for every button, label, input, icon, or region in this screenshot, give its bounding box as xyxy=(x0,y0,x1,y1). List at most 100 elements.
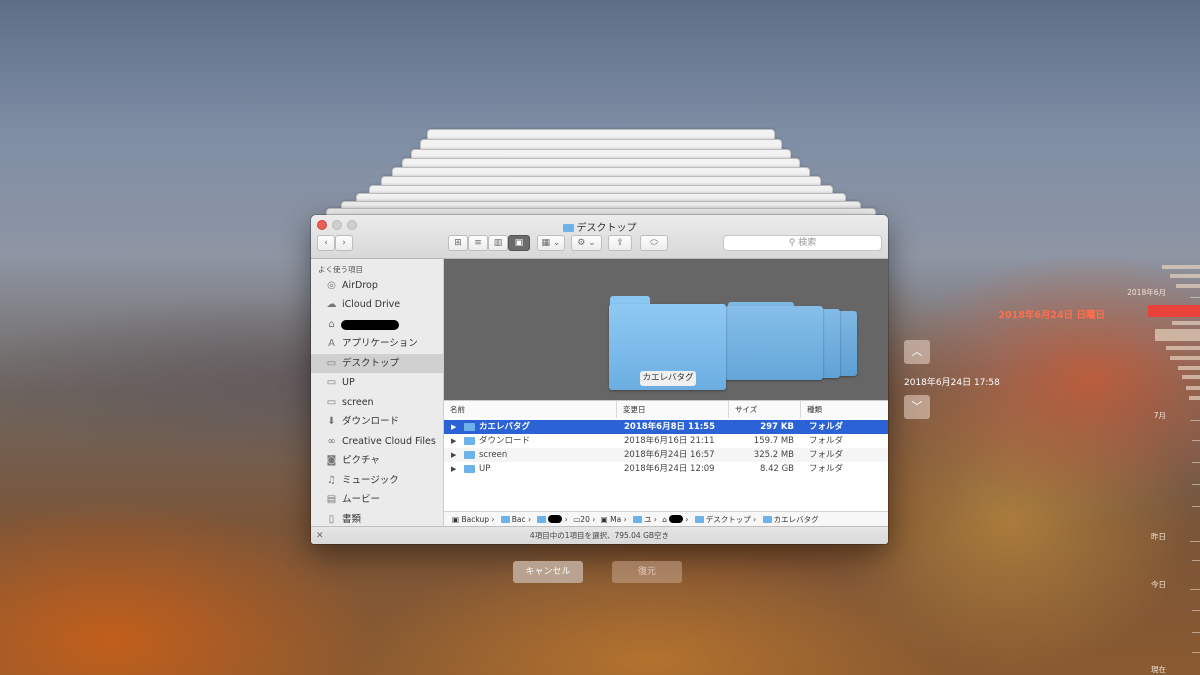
sidebar-item-pictures[interactable]: ◙ ピクチャ xyxy=(311,451,443,470)
redaction-mark xyxy=(548,515,563,523)
path-item[interactable]: Bac xyxy=(497,512,526,527)
timeline-bar[interactable] xyxy=(1162,265,1200,269)
home-icon: ⌂ xyxy=(328,319,335,330)
path-item[interactable] xyxy=(533,512,563,527)
folder-icon xyxy=(694,516,704,523)
row-date: 2018年6月24日 16:57 xyxy=(624,450,715,460)
resize-sidebar-icon[interactable]: ✕ xyxy=(316,527,324,544)
disclosure-triangle-icon[interactable]: ▶ xyxy=(451,434,456,448)
sidebar-item-label: AirDrop xyxy=(342,280,378,291)
sidebar-item-up[interactable]: ▭ UP xyxy=(311,373,443,392)
list-view-button[interactable]: ≡ xyxy=(468,235,488,251)
timeline-bar[interactable] xyxy=(1155,329,1200,341)
sidebar-item-desktop[interactable]: ▭ デスクトップ xyxy=(311,354,443,373)
timeline-bar[interactable] xyxy=(1166,346,1200,350)
table-row[interactable]: ▶ ダウンロード 2018年6月16日 21:11 159.7 MB フォルダ xyxy=(444,434,888,448)
timeline-label: 現在 xyxy=(1151,665,1166,674)
previous-snapshot-button[interactable]: ︿ xyxy=(904,340,930,364)
timeline-bar[interactable] xyxy=(1176,284,1200,288)
icon-view-icon: ⊞ xyxy=(454,238,462,248)
row-size: 325.2 MB xyxy=(753,450,794,460)
path-item[interactable]: ▣ Backup xyxy=(444,512,489,527)
sidebar-item-screen[interactable]: ▭ screen xyxy=(311,393,443,412)
restore-button-label: 復元 xyxy=(637,567,656,577)
sidebar-item-creative-cloud[interactable]: ∞ Creative Cloud Files xyxy=(311,432,443,451)
path-item[interactable]: ユ xyxy=(629,512,651,527)
tags-button[interactable]: ⬭ xyxy=(640,235,668,251)
timeline-label: 今日 xyxy=(1151,580,1166,589)
home-icon: ⌂ xyxy=(662,515,668,524)
path-item-label: 20 xyxy=(580,515,590,524)
timeline-bar[interactable] xyxy=(1189,396,1200,400)
sidebar-item-applications[interactable]: A アプリケーション xyxy=(311,334,443,353)
sidebar-item-documents[interactable]: ▯ 書類 xyxy=(311,510,443,526)
coverflow-item-label: カエレバタグ xyxy=(640,371,696,386)
coverflow-view-button[interactable]: ▣ xyxy=(508,235,530,251)
sidebar-item-music[interactable]: ♫ ミュージック xyxy=(311,471,443,490)
timeline-tick xyxy=(1190,297,1200,298)
sidebar-item-airdrop[interactable]: ◎ AirDrop xyxy=(311,276,443,295)
timeline-tick xyxy=(1192,506,1200,507)
disclosure-triangle-icon[interactable]: ▶ xyxy=(451,420,456,434)
sidebar-item-label: screen xyxy=(342,397,374,408)
arrange-icon: ▦ ⌄ xyxy=(541,238,561,248)
sidebar-item-movies[interactable]: ▤ ムービー xyxy=(311,490,443,509)
sidebar-item-home[interactable]: ⌂ xyxy=(311,315,443,334)
timeline-tick xyxy=(1192,560,1200,561)
timeline-bar[interactable] xyxy=(1182,375,1200,379)
arrange-button[interactable]: ▦ ⌄ xyxy=(537,235,565,251)
sidebar-item-icloud-drive[interactable]: ☁ iCloud Drive xyxy=(311,295,443,314)
back-button[interactable]: ‹ xyxy=(317,235,335,251)
column-header-date[interactable]: 変更日 xyxy=(617,401,729,418)
path-item[interactable]: ▣ Ma xyxy=(598,512,622,527)
sidebar-item-downloads[interactable]: ⬇ ダウンロード xyxy=(311,412,443,431)
path-item[interactable]: ▭20 xyxy=(570,512,590,527)
column-header-name[interactable]: 名前 xyxy=(444,401,617,418)
row-kind: フォルダ xyxy=(809,450,844,460)
forward-button[interactable]: › xyxy=(335,235,353,251)
path-bar: ▣ Backup › Bac › › ▭20 › ▣ Ma › ユ › ⌂ › … xyxy=(444,511,888,527)
next-snapshot-button[interactable]: ﹀ xyxy=(904,395,930,419)
share-button[interactable]: ⇪ xyxy=(608,235,632,251)
column-header-size[interactable]: サイズ xyxy=(729,401,801,418)
search-field[interactable]: ⚲ 検索 xyxy=(723,235,882,251)
timeline-label: 2018年6月 xyxy=(1127,288,1166,297)
restore-button[interactable]: 復元 xyxy=(612,561,682,583)
timeline-bar[interactable] xyxy=(1170,356,1200,360)
timeline-bar[interactable] xyxy=(1186,386,1200,390)
sidebar-item-label: ダウンロード xyxy=(342,416,400,427)
window-title: デスクトップ xyxy=(311,219,888,234)
chevron-left-icon: ‹ xyxy=(324,238,328,248)
sidebar-item-label: 書類 xyxy=(342,514,362,525)
row-date: 2018年6月8日 11:55 xyxy=(624,422,716,432)
table-row[interactable]: ▶ カエレバタグ 2018年6月8日 11:55 297 KB フォルダ xyxy=(444,420,888,434)
row-date: 2018年6月24日 12:09 xyxy=(624,464,715,474)
applications-icon: A xyxy=(328,338,335,349)
column-header-label: 変更日 xyxy=(623,405,646,414)
table-row[interactable]: ▶ UP 2018年6月24日 12:09 8.42 GB フォルダ xyxy=(444,462,888,476)
disclosure-triangle-icon[interactable]: ▶ xyxy=(451,448,456,462)
path-item[interactable]: カエレバタグ xyxy=(759,512,819,527)
coverflow-folder[interactable] xyxy=(820,309,840,378)
timeline-bar[interactable] xyxy=(1170,274,1200,278)
coverflow-folder[interactable] xyxy=(725,306,823,380)
list-view-icon: ≡ xyxy=(474,238,482,248)
action-button[interactable]: ⚙ ⌄ xyxy=(571,235,602,251)
search-icon: ⚲ xyxy=(788,238,799,248)
column-header-kind[interactable]: 種類 xyxy=(801,401,888,418)
path-item-label: デスクトップ xyxy=(705,515,751,524)
timeline-bar[interactable] xyxy=(1172,321,1200,325)
icon-view-button[interactable]: ⊞ xyxy=(448,235,468,251)
disclosure-triangle-icon[interactable]: ▶ xyxy=(451,462,456,476)
coverflow-folder[interactable] xyxy=(838,311,857,376)
row-kind: フォルダ xyxy=(809,436,844,446)
path-item[interactable]: ⌂ xyxy=(659,512,684,527)
path-item[interactable]: デスクトップ xyxy=(691,512,751,527)
column-view-button[interactable]: ▥ xyxy=(488,235,508,251)
timeline-selected-bar[interactable] xyxy=(1148,305,1200,317)
cancel-button[interactable]: キャンセル xyxy=(513,561,583,583)
timeline-bar[interactable] xyxy=(1178,366,1200,370)
folder-icon xyxy=(762,516,772,523)
folder-icon xyxy=(500,516,510,523)
table-row[interactable]: ▶ screen 2018年6月24日 16:57 325.2 MB フォルダ xyxy=(444,448,888,462)
